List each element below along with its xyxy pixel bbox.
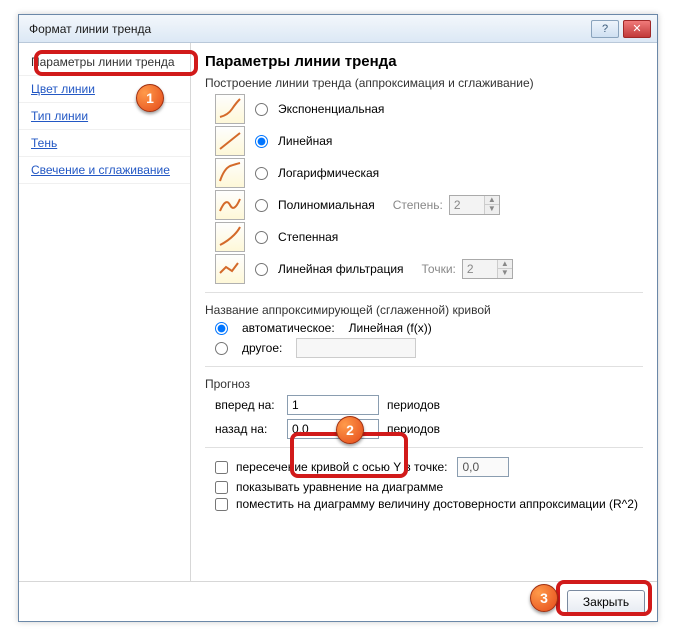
name-auto-value: Линейная (f(x)): [349, 321, 432, 335]
forward-units: периодов: [387, 398, 440, 412]
show-equation-label: показывать уравнение на диаграмме: [236, 480, 443, 494]
degree-input: [450, 196, 484, 214]
exponential-icon: [215, 94, 245, 124]
points-spinner: ▲▼: [462, 259, 513, 279]
page-title: Параметры линии тренда: [205, 53, 643, 70]
power-label: Степенная: [278, 230, 338, 244]
moving-avg-label: Линейная фильтрация: [278, 262, 404, 276]
sidebar-item-shadow[interactable]: Тень: [19, 130, 190, 157]
name-other-input[interactable]: [296, 338, 416, 358]
callout-1: 1: [136, 84, 164, 112]
show-equation-checkbox[interactable]: [215, 481, 228, 494]
exponential-label: Экспоненциальная: [278, 102, 384, 116]
linear-label: Линейная: [278, 134, 332, 148]
callout-2: 2: [336, 416, 364, 444]
window-title: Формат линии тренда: [25, 22, 591, 36]
sidebar: Параметры линии тренда Цвет линии Тип ли…: [19, 43, 191, 581]
logarithmic-icon: [215, 158, 245, 188]
footer: Закрыть: [19, 581, 657, 621]
forecast-group-label: Прогноз: [205, 377, 643, 391]
degree-label: Степень:: [393, 198, 443, 212]
show-r2-checkbox[interactable]: [215, 498, 228, 511]
moving-avg-radio[interactable]: [255, 263, 268, 276]
backward-input[interactable]: [287, 419, 379, 439]
close-button[interactable]: Закрыть: [567, 590, 645, 614]
dialog-window: Формат линии тренда ? ✕ Параметры линии …: [18, 14, 658, 622]
content-panel: Параметры линии тренда Построение линии …: [191, 43, 657, 581]
forward-label: вперед на:: [215, 398, 279, 412]
points-input: [463, 260, 497, 278]
sidebar-item-line-color[interactable]: Цвет линии: [19, 76, 190, 103]
name-other-radio[interactable]: [215, 342, 228, 355]
exponential-radio[interactable]: [255, 103, 268, 116]
callout-3: 3: [530, 584, 558, 612]
name-group-label: Название аппроксимирующей (сглаженной) к…: [205, 303, 643, 317]
close-window-button[interactable]: ✕: [623, 20, 651, 38]
sidebar-item-line-type[interactable]: Тип линии: [19, 103, 190, 130]
points-label: Точки:: [422, 262, 456, 276]
power-radio[interactable]: [255, 231, 268, 244]
help-button[interactable]: ?: [591, 20, 619, 38]
show-r2-label: поместить на диаграмму величину достовер…: [236, 497, 638, 511]
logarithmic-label: Логарифмическая: [278, 166, 379, 180]
linear-radio[interactable]: [255, 135, 268, 148]
name-auto-radio[interactable]: [215, 322, 228, 335]
polynomial-icon: [215, 190, 245, 220]
power-icon: [215, 222, 245, 252]
intercept-input: [457, 457, 509, 477]
logarithmic-radio[interactable]: [255, 167, 268, 180]
name-other-label: другое:: [242, 341, 282, 355]
build-group-label: Построение линии тренда (аппроксимация и…: [205, 76, 643, 90]
intercept-label: пересечение кривой с осью Y в точке:: [236, 460, 447, 474]
moving-avg-icon: [215, 254, 245, 284]
forward-input[interactable]: [287, 395, 379, 415]
titlebar: Формат линии тренда ? ✕: [19, 15, 657, 43]
sidebar-item-glow[interactable]: Свечение и сглаживание: [19, 157, 190, 184]
polynomial-radio[interactable]: [255, 199, 268, 212]
linear-icon: [215, 126, 245, 156]
backward-units: периодов: [387, 422, 440, 436]
intercept-checkbox[interactable]: [215, 461, 228, 474]
name-auto-label: автоматическое:: [242, 321, 335, 335]
backward-label: назад на:: [215, 422, 279, 436]
sidebar-item-trendline-options[interactable]: Параметры линии тренда: [19, 49, 190, 76]
polynomial-label: Полиномиальная: [278, 198, 375, 212]
degree-spinner: ▲▼: [449, 195, 500, 215]
